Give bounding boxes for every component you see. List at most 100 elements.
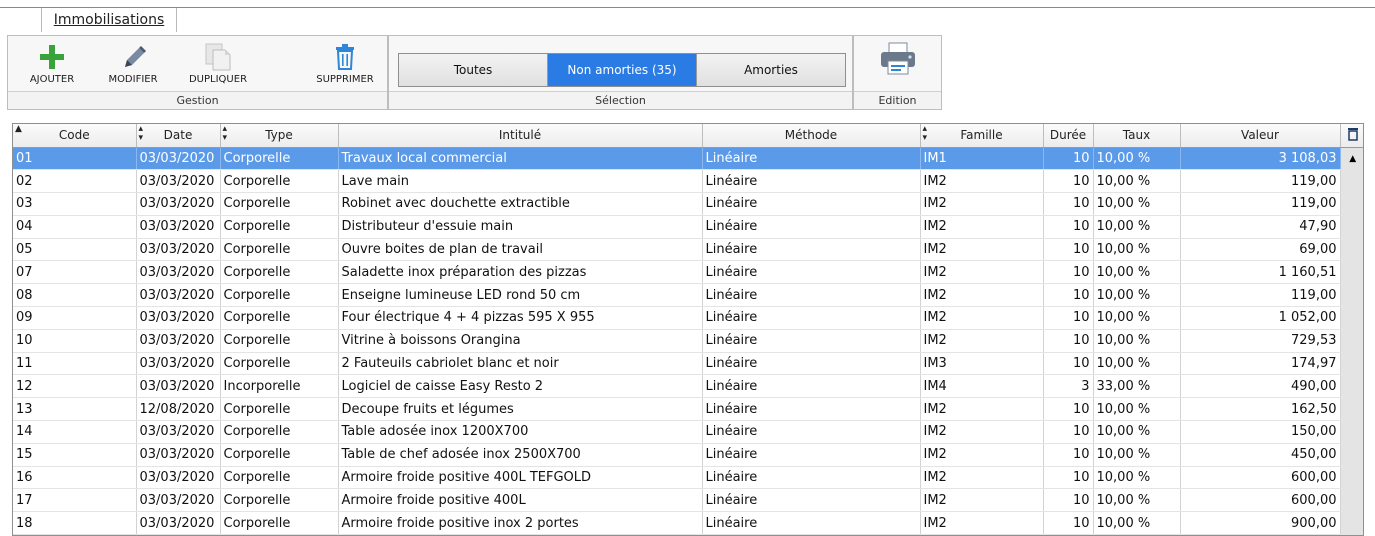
table-row[interactable]: 15 03/03/2020 Corporelle Table de chef ados…	[13, 443, 1363, 467]
vertical-scrollbar-track[interactable]	[1340, 329, 1363, 353]
column-header-methode[interactable]: Méthode	[702, 124, 921, 148]
filter-toutes[interactable]: Toutes	[399, 54, 548, 86]
vertical-scrollbar-track[interactable]	[1340, 488, 1363, 512]
cell-date: 03/03/2020	[136, 192, 221, 216]
cell-code: 11	[13, 352, 137, 376]
cell-date: 03/03/2020	[136, 511, 221, 535]
cell-intitule: Logiciel de caisse Easy Resto 2	[338, 374, 703, 399]
column-header-valeur[interactable]: Valeur	[1180, 124, 1341, 148]
cell-duree: 10	[1043, 238, 1094, 262]
table-row[interactable]: 18 03/03/2020 Corporelle Armoire froide pos…	[13, 511, 1363, 535]
table-row[interactable]: 08 03/03/2020 Corporelle Enseigne lumineuse…	[13, 283, 1363, 308]
vertical-scrollbar-track[interactable]	[1340, 169, 1363, 193]
cell-taux: 10,00 %	[1093, 147, 1181, 171]
vertical-scrollbar-track[interactable]	[1340, 238, 1363, 261]
cell-code: 09	[13, 306, 137, 330]
cell-duree: 10	[1043, 511, 1094, 535]
print-button[interactable]	[860, 42, 936, 92]
cell-taux: 10,00 %	[1093, 397, 1181, 422]
cell-intitule: Lave main	[338, 169, 703, 194]
cell-famille: IM2	[920, 420, 1044, 444]
cell-date: 03/03/2020	[136, 169, 221, 194]
column-header-intitule[interactable]: Intitulé	[338, 124, 703, 148]
table-row[interactable]: 09 03/03/2020 Corporelle Four électrique 4 …	[13, 306, 1363, 330]
column-header-type[interactable]: ▴ ▾ Type	[220, 124, 339, 148]
cell-famille: IM2	[920, 192, 1044, 216]
vertical-scrollbar-track[interactable]	[1340, 283, 1363, 307]
cell-type: Corporelle	[220, 260, 339, 285]
cell-code: 18	[13, 511, 137, 535]
vertical-scrollbar-track[interactable]	[1340, 260, 1363, 284]
vertical-scrollbar-track[interactable]	[1340, 374, 1363, 398]
duplicate-button[interactable]: DUPLIQUER	[180, 40, 256, 90]
cell-date: 03/03/2020	[136, 306, 221, 330]
column-header-code[interactable]: ▲ Code	[13, 124, 137, 148]
cell-taux: 10,00 %	[1093, 260, 1181, 285]
tab-immobilisations[interactable]: Immobilisations	[41, 8, 177, 32]
vertical-scrollbar-track[interactable]	[1340, 192, 1363, 216]
cell-valeur: 119,00	[1180, 169, 1341, 194]
table-row[interactable]: 03 03/03/2020 Corporelle Robinet avec douch…	[13, 192, 1363, 216]
cell-famille: IM3	[920, 352, 1044, 376]
cell-date: 03/03/2020	[136, 466, 221, 490]
cell-famille: IM2	[920, 329, 1044, 353]
cell-famille: IM1	[920, 147, 1044, 171]
cell-intitule: Table adosée inox 1200X700	[338, 420, 703, 444]
vertical-scrollbar-track[interactable]	[1340, 215, 1363, 239]
filter-non-amorties[interactable]: Non amorties (35)	[548, 54, 697, 86]
edit-button[interactable]: MODIFIER	[95, 40, 171, 90]
cell-methode: Linéaire	[702, 260, 921, 285]
filter-amorties[interactable]: Amorties	[697, 54, 845, 86]
column-header-famille[interactable]: ▴ ▾ Famille	[920, 124, 1044, 148]
gestion-panel: AJOUTER MODIFIER DUPLIQUER SUPPRIMER Ges…	[7, 35, 388, 110]
cell-date: 03/03/2020	[136, 283, 221, 308]
cell-methode: Linéaire	[702, 238, 921, 262]
cell-code: 17	[13, 488, 137, 513]
column-header-duree[interactable]: Durée	[1043, 124, 1094, 148]
table-row[interactable]: 11 03/03/2020 Corporelle 2 Fauteuils cabrio…	[13, 352, 1363, 376]
cell-methode: Linéaire	[702, 443, 921, 467]
cell-code: 08	[13, 283, 137, 308]
table-row[interactable]: 02 03/03/2020 Corporelle Lave main Linéaire I…	[13, 169, 1363, 194]
table-row[interactable]: 14 03/03/2020 Corporelle Table adosée inox …	[13, 420, 1363, 444]
table-row[interactable]: 12 03/03/2020 Incorporelle Logiciel de cais…	[13, 374, 1363, 399]
cell-duree: 10	[1043, 260, 1094, 285]
table-row[interactable]: 04 03/03/2020 Corporelle Distributeur d'ess…	[13, 215, 1363, 239]
scroll-up-button[interactable]: ▲	[1340, 147, 1363, 170]
edition-caption: Edition	[854, 91, 941, 109]
cell-code: 14	[13, 420, 137, 444]
column-header-taux[interactable]: Taux	[1093, 124, 1181, 148]
column-chooser-button[interactable]	[1340, 124, 1363, 148]
table-row[interactable]: 17 03/03/2020 Corporelle Armoire froide pos…	[13, 488, 1363, 513]
edit-label: MODIFIER	[108, 74, 158, 85]
cell-valeur: 600,00	[1180, 466, 1341, 490]
table-row[interactable]: 16 03/03/2020 Corporelle Armoire froide pos…	[13, 466, 1363, 490]
cell-date: 03/03/2020	[136, 238, 221, 262]
cell-duree: 10	[1043, 466, 1094, 490]
vertical-scrollbar-track[interactable]	[1340, 352, 1363, 375]
column-header-date[interactable]: ▴ ▾ Date	[136, 124, 221, 148]
cell-code: 12	[13, 374, 137, 399]
vertical-scrollbar-track[interactable]	[1340, 397, 1363, 421]
cell-methode: Linéaire	[702, 420, 921, 444]
cell-methode: Linéaire	[702, 169, 921, 194]
cell-valeur: 119,00	[1180, 192, 1341, 216]
vertical-scrollbar-track[interactable]	[1340, 306, 1363, 330]
add-button[interactable]: AJOUTER	[14, 40, 90, 90]
table-row[interactable]: 10 03/03/2020 Corporelle Vitrine à boissons…	[13, 329, 1363, 353]
table-row[interactable]: 07 03/03/2020 Corporelle Saladette inox pré…	[13, 260, 1363, 285]
cell-methode: Linéaire	[702, 147, 921, 171]
table-row[interactable]: 13 12/08/2020 Corporelle Decoupe fruits et …	[13, 397, 1363, 422]
cell-taux: 10,00 %	[1093, 329, 1181, 353]
delete-button[interactable]: SUPPRIMER	[305, 40, 385, 90]
vertical-scrollbar-track[interactable]	[1340, 511, 1363, 535]
table-row[interactable]: 05 03/03/2020 Corporelle Ouvre boites de pl…	[13, 238, 1363, 262]
cell-type: Incorporelle	[220, 374, 339, 399]
cell-date: 03/03/2020	[136, 443, 221, 467]
cell-famille: IM2	[920, 238, 1044, 262]
table-row[interactable]: 01 03/03/2020 Corporelle Travaux local comm…	[13, 147, 1363, 171]
cell-duree: 10	[1043, 397, 1094, 422]
vertical-scrollbar-track[interactable]	[1340, 466, 1363, 489]
vertical-scrollbar-track[interactable]	[1340, 443, 1363, 467]
vertical-scrollbar-track[interactable]	[1340, 420, 1363, 444]
